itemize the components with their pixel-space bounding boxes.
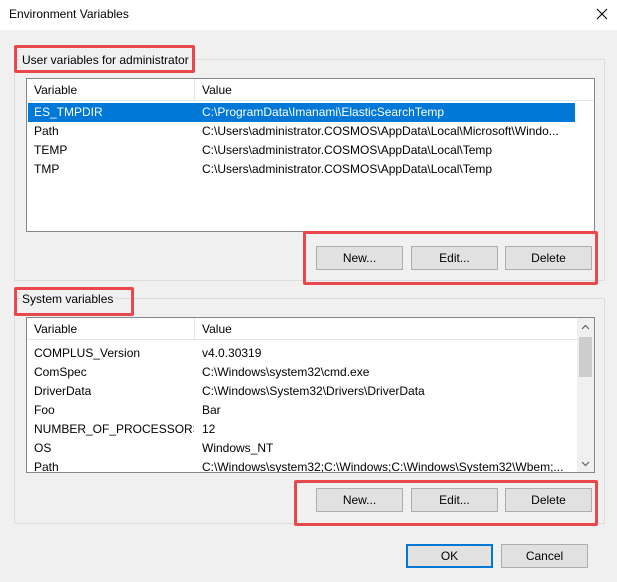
user-edit-button[interactable]: Edit... bbox=[411, 246, 498, 270]
variable-value: 12 bbox=[202, 422, 216, 436]
title-bar: Environment Variables bbox=[0, 0, 617, 30]
user-delete-button[interactable]: Delete bbox=[505, 246, 592, 270]
variable-value: C:\Windows\system32;C:\Windows;C:\Window… bbox=[202, 460, 564, 473]
list-item[interactable]: TMP C:\Users\administrator.COSMOS\AppDat… bbox=[28, 160, 575, 179]
vertical-scrollbar[interactable] bbox=[577, 318, 594, 472]
variable-name: ES_TMPDIR bbox=[34, 105, 103, 119]
variable-value: C:\Users\administrator.COSMOS\AppData\Lo… bbox=[202, 124, 559, 138]
variable-value: Windows_NT bbox=[202, 441, 274, 455]
column-header-value[interactable]: Value bbox=[195, 79, 594, 101]
variable-name: Path bbox=[34, 460, 59, 473]
variable-name: Path bbox=[34, 124, 59, 138]
variable-value: C:\Users\administrator.COSMOS\AppData\Lo… bbox=[202, 162, 493, 176]
list-item[interactable]: Path C:\Users\administrator.COSMOS\AppDa… bbox=[28, 122, 575, 141]
list-item[interactable]: OS Windows_NT bbox=[28, 439, 558, 458]
variable-value: v4.0.30319 bbox=[202, 346, 262, 360]
system-delete-button[interactable]: Delete bbox=[505, 488, 592, 512]
close-icon bbox=[596, 8, 607, 20]
list-item[interactable]: TEMP C:\Users\administrator.COSMOS\AppDa… bbox=[28, 141, 575, 160]
scroll-up-button[interactable] bbox=[577, 318, 594, 335]
close-button[interactable] bbox=[586, 0, 617, 28]
column-header-variable[interactable]: Variable bbox=[27, 79, 195, 101]
scroll-down-button[interactable] bbox=[577, 455, 594, 472]
variable-name: COMPLUS_Version bbox=[34, 346, 141, 360]
list-item[interactable]: COMPLUS_Version v4.0.30319 bbox=[28, 344, 558, 363]
variable-name: ComSpec bbox=[34, 365, 87, 379]
user-label-highlight bbox=[14, 45, 195, 73]
variable-value: C:\Windows\System32\Drivers\DriverData bbox=[202, 384, 425, 398]
system-variables-list[interactable]: Variable Value COMPLUS_Version v4.0.3031… bbox=[26, 317, 595, 473]
list-item[interactable]: DriverData C:\Windows\System32\Drivers\D… bbox=[28, 382, 558, 401]
list-item[interactable]: ComSpec C:\Windows\system32\cmd.exe bbox=[28, 363, 558, 382]
list-item[interactable]: Foo Bar bbox=[28, 401, 558, 420]
list-header: Variable Value bbox=[27, 318, 577, 340]
variable-name: NUMBER_OF_PROCESSORS bbox=[34, 422, 194, 436]
variable-name: TMP bbox=[34, 162, 60, 176]
list-item[interactable]: Path C:\Windows\system32;C:\Windows;C:\W… bbox=[28, 458, 563, 473]
ok-button[interactable]: OK bbox=[406, 544, 493, 568]
user-variables-list[interactable]: Variable Value ES_TMPDIR C:\ProgramData\… bbox=[26, 78, 595, 232]
variable-name: OS bbox=[34, 441, 52, 455]
column-header-variable[interactable]: Variable bbox=[27, 318, 195, 340]
variable-value: C:\Windows\system32\cmd.exe bbox=[202, 365, 370, 379]
variable-name: Foo bbox=[34, 403, 55, 417]
variable-name: TEMP bbox=[34, 143, 68, 157]
variable-value: Bar bbox=[202, 403, 221, 417]
list-header: Variable Value bbox=[27, 79, 594, 101]
system-edit-button[interactable]: Edit... bbox=[411, 488, 498, 512]
chevron-up-icon bbox=[581, 324, 590, 329]
user-new-button[interactable]: New... bbox=[316, 246, 403, 270]
column-header-value[interactable]: Value bbox=[195, 318, 577, 340]
list-item[interactable]: ES_TMPDIR C:\ProgramData\Imanami\Elastic… bbox=[28, 103, 575, 122]
system-label-highlight bbox=[14, 287, 134, 316]
system-new-button[interactable]: New... bbox=[316, 488, 403, 512]
scroll-thumb[interactable] bbox=[579, 337, 592, 377]
window-title: Environment Variables bbox=[9, 7, 129, 21]
cancel-button[interactable]: Cancel bbox=[501, 544, 588, 568]
variable-value: C:\ProgramData\Imanami\ElasticSearchTemp bbox=[202, 105, 445, 119]
chevron-down-icon bbox=[581, 461, 590, 466]
variable-name: DriverData bbox=[34, 384, 92, 398]
variable-value: C:\Users\administrator.COSMOS\AppData\Lo… bbox=[202, 143, 493, 157]
list-item[interactable]: NUMBER_OF_PROCESSORS 12 bbox=[28, 420, 558, 439]
